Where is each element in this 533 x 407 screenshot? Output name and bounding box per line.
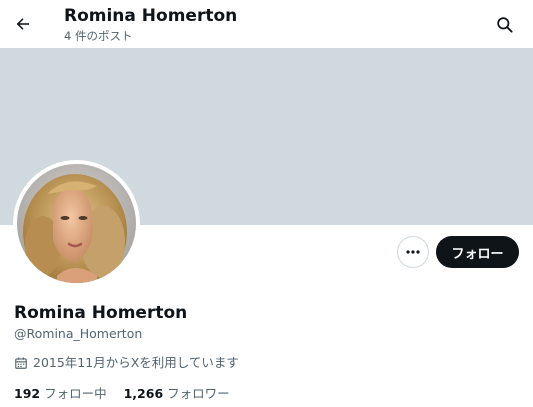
- following-label: フォロー中: [44, 386, 107, 401]
- joined-text: 2015年11月からXを利用しています: [33, 355, 239, 370]
- more-options-button[interactable]: [397, 236, 429, 268]
- back-button[interactable]: [8, 9, 38, 39]
- following-count: 192: [14, 386, 41, 401]
- search-icon: [496, 16, 513, 33]
- followers-label: フォロワー: [167, 386, 230, 401]
- avatar-photo: [17, 164, 136, 283]
- header-title: Romina Homerton: [64, 6, 238, 26]
- search-button[interactable]: [491, 11, 517, 37]
- followers-count: 1,266: [123, 386, 164, 401]
- following-link[interactable]: 192 フォロー中: [14, 385, 107, 403]
- avatar[interactable]: [13, 160, 140, 287]
- arrow-left-icon: [16, 18, 29, 30]
- follow-button[interactable]: フォロー: [436, 236, 519, 268]
- calendar-icon: [15, 357, 27, 369]
- top-bar: Romina Homerton 4 件のポスト: [0, 0, 533, 48]
- display-name: Romina Homerton: [14, 303, 188, 323]
- post-count: 4 件のポスト: [64, 29, 133, 43]
- header-title-block: Romina Homerton 4 件のポスト: [64, 5, 237, 44]
- followers-link[interactable]: 1,266 フォロワー: [124, 385, 230, 403]
- more-icon: [406, 250, 420, 254]
- user-handle: @Romina_Homerton: [14, 326, 143, 341]
- joined-date: 2015年11月からXを利用しています: [14, 354, 239, 372]
- follow-stats: 192 フォロー中 1,266 フォロワー: [14, 385, 247, 403]
